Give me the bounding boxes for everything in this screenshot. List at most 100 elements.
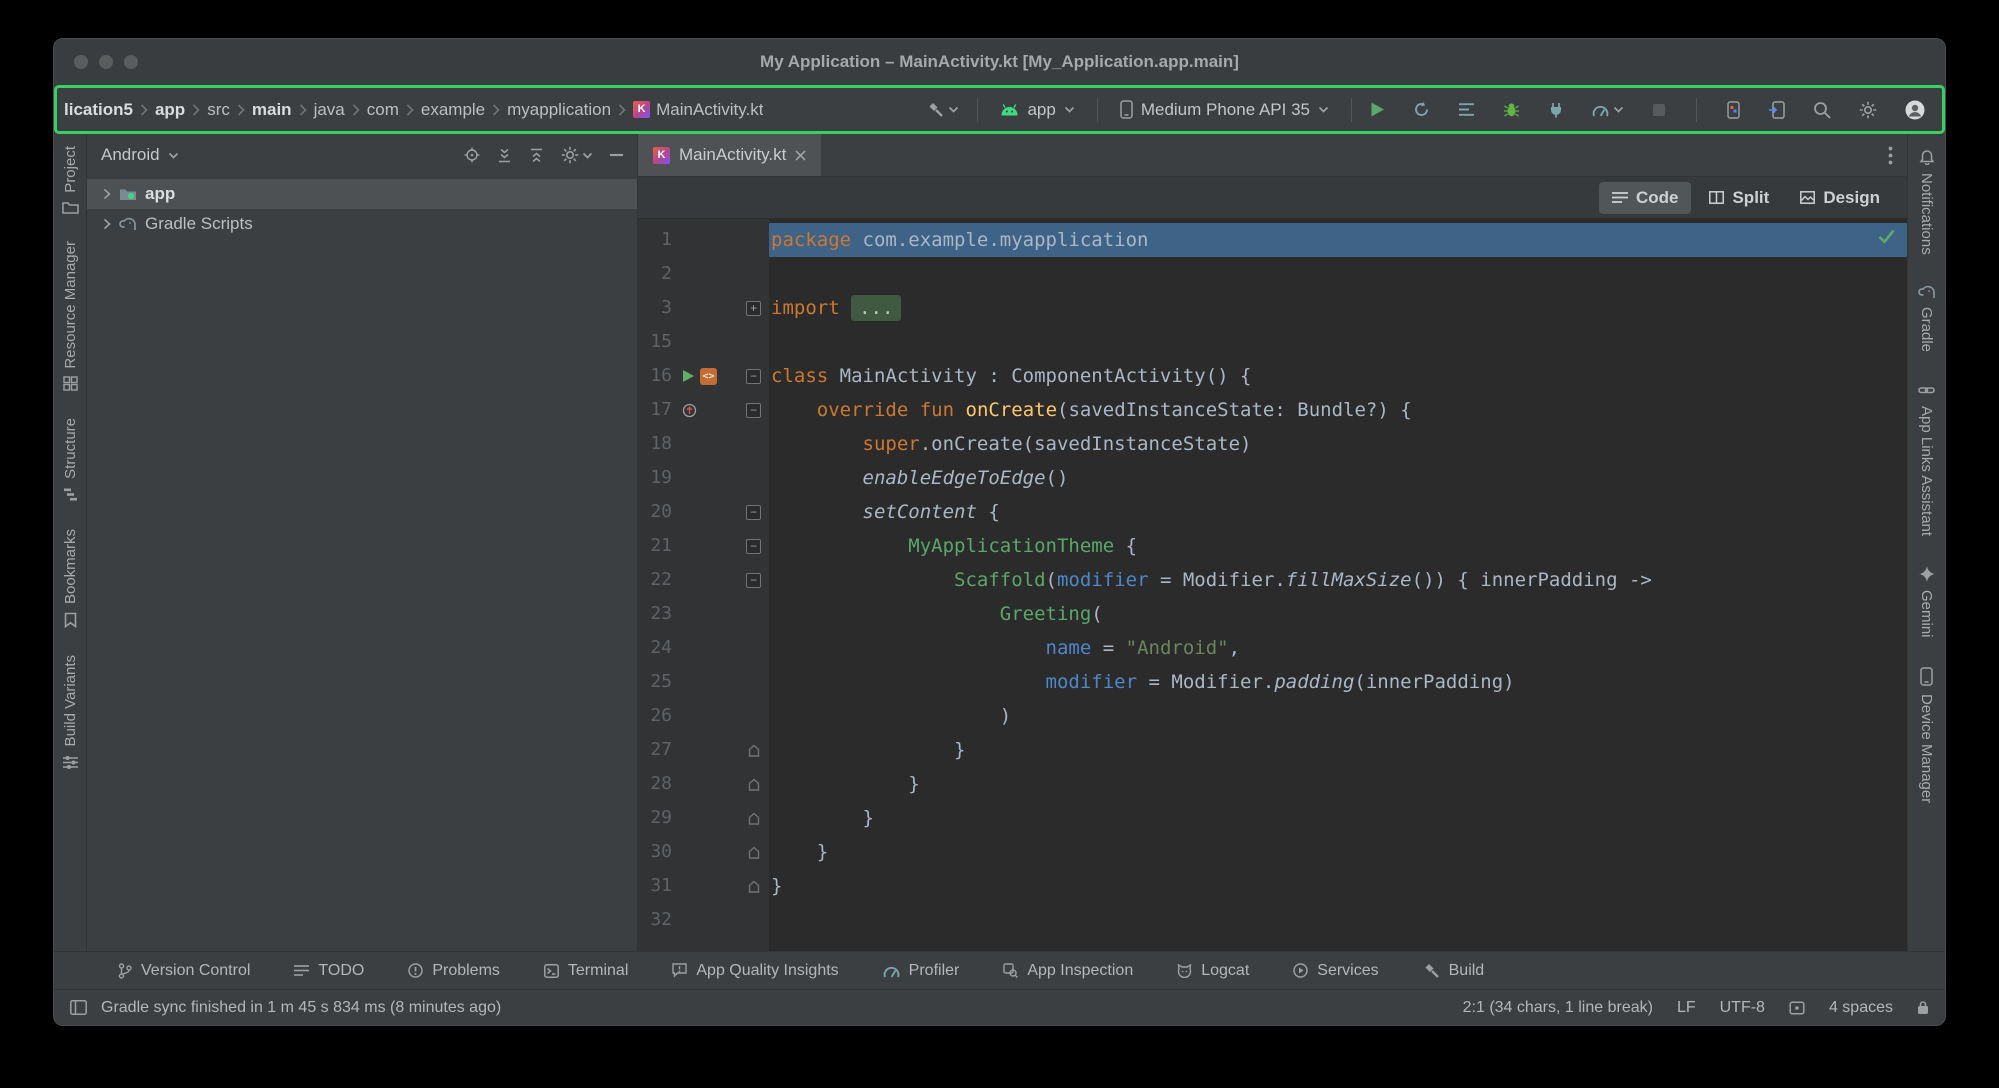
tool-stripe-bookmarks[interactable]: Bookmarks (62, 529, 79, 628)
indent-size[interactable]: 4 spaces (1829, 999, 1893, 1017)
gutter-line-32[interactable]: 32 (638, 903, 769, 937)
code-line-31[interactable]: 31} (638, 869, 1907, 903)
project-tree-item-app[interactable]: app (87, 179, 637, 209)
tool-window-button-problems[interactable]: Problems (408, 962, 500, 980)
view-mode-split[interactable]: Split (1696, 182, 1782, 214)
running-devices-button[interactable] (1723, 98, 1744, 122)
close-tab-button[interactable] (795, 150, 806, 161)
tool-windows-toggle[interactable] (70, 1000, 87, 1015)
run-configuration-select[interactable]: app (992, 96, 1082, 124)
gutter-line-31[interactable]: 31 (638, 869, 769, 903)
code-line-19[interactable]: 19 enableEdgeToEdge() (638, 461, 1907, 495)
tool-window-button-app-quality-insights[interactable]: App Quality Insights (672, 962, 838, 980)
fold-marker[interactable]: − (738, 539, 769, 554)
tool-window-button-todo[interactable]: TODO (294, 962, 364, 980)
fold-marker[interactable] (738, 812, 769, 825)
tab-options-button[interactable] (1888, 146, 1893, 165)
gutter-line-19[interactable]: 19 (638, 461, 769, 495)
code-line-32[interactable]: 32 (638, 903, 1907, 937)
gutter-line-23[interactable]: 23 (638, 597, 769, 631)
fold-marker[interactable] (738, 778, 769, 791)
stop-button[interactable] (1648, 100, 1670, 120)
code-line-3[interactable]: 3+import ... (638, 291, 1907, 325)
caret-position[interactable]: 2:1 (34 chars, 1 line break) (1463, 999, 1653, 1017)
gutter-line-24[interactable]: 24 (638, 631, 769, 665)
gutter-line-21[interactable]: 21− (638, 529, 769, 563)
code-line-1[interactable]: 1package com.example.myapplication (638, 223, 1907, 257)
close-window-button[interactable] (74, 55, 88, 69)
code-line-29[interactable]: 29 } (638, 801, 1907, 835)
gutter-line-2[interactable]: 2 (638, 257, 769, 291)
gutter-line-16[interactable]: 16<>− (638, 359, 769, 393)
account-button[interactable] (1901, 97, 1929, 123)
code-line-15[interactable]: 15 (638, 325, 1907, 359)
gutter-line-22[interactable]: 22− (638, 563, 769, 597)
gutter-line-26[interactable]: 26 (638, 699, 769, 733)
tool-stripe-app-links-assistant[interactable]: App Links Assistant (1918, 382, 1935, 536)
gutter-line-15[interactable]: 15 (638, 325, 769, 359)
tool-stripe-notifications[interactable]: Notifications (1918, 148, 1935, 255)
tool-window-button-app-inspection[interactable]: App Inspection (1003, 962, 1133, 980)
tool-stripe-resource-manager[interactable]: Resource Manager (62, 241, 79, 392)
code-line-30[interactable]: 30 } (638, 835, 1907, 869)
fold-marker[interactable]: − (738, 369, 769, 384)
lock-icon[interactable] (1917, 1000, 1929, 1015)
code-editor[interactable]: 1package com.example.myapplication23+imp… (638, 219, 1907, 951)
tool-window-button-logcat[interactable]: Logcat (1177, 962, 1249, 980)
tool-stripe-build-variants[interactable]: Build Variants (62, 655, 79, 769)
titlebar[interactable]: My Application – MainActivity.kt [My_App… (54, 39, 1945, 85)
tool-window-button-profiler[interactable]: Profiler (883, 962, 960, 980)
gutter-line-30[interactable]: 30 (638, 835, 769, 869)
code-line-22[interactable]: 22− Scaffold(modifier = Modifier.fillMax… (638, 563, 1907, 597)
gutter-line-1[interactable]: 1 (638, 223, 769, 257)
code-line-18[interactable]: 18 super.onCreate(savedInstanceState) (638, 427, 1907, 461)
run-button[interactable] (1366, 98, 1389, 121)
expand-all-button[interactable] (497, 148, 512, 163)
line-separator[interactable]: LF (1677, 999, 1696, 1017)
breadcrumb-item-src[interactable]: src (207, 100, 230, 120)
fold-marker[interactable] (738, 880, 769, 893)
code-line-17[interactable]: 17− override fun onCreate(savedInstanceS… (638, 393, 1907, 427)
gutter-line-18[interactable]: 18 (638, 427, 769, 461)
file-encoding[interactable]: UTF-8 (1720, 999, 1765, 1017)
view-mode-code[interactable]: Code (1599, 182, 1692, 214)
fold-marker[interactable]: − (738, 505, 769, 520)
profiler-button[interactable] (1588, 99, 1628, 121)
tool-stripe-project[interactable]: Project (62, 146, 79, 214)
view-mode-design[interactable]: Design (1787, 182, 1893, 214)
code-line-26[interactable]: 26 ) (638, 699, 1907, 733)
tool-window-button-services[interactable]: Services (1293, 962, 1378, 980)
minimize-window-button[interactable] (99, 55, 113, 69)
breadcrumb-item-java[interactable]: java (314, 100, 345, 120)
device-select[interactable]: Medium Phone API 35 (1112, 96, 1337, 124)
tool-window-button-build[interactable]: Build (1423, 962, 1485, 980)
gutter-line-17[interactable]: 17− (638, 393, 769, 427)
gutter-line-27[interactable]: 27 (638, 733, 769, 767)
code-line-16[interactable]: 16<>−class MainActivity : ComponentActiv… (638, 359, 1907, 393)
breadcrumb-item-mainactivity-kt[interactable]: KMainActivity.kt (633, 100, 763, 120)
code-line-27[interactable]: 27 } (638, 733, 1907, 767)
tool-stripe-gemini[interactable]: Gemini (1918, 566, 1935, 638)
apply-code-changes-button[interactable] (1454, 99, 1479, 120)
fold-marker[interactable]: − (738, 573, 769, 588)
code-line-24[interactable]: 24 name = "Android", (638, 631, 1907, 665)
code-line-23[interactable]: 23 Greeting( (638, 597, 1907, 631)
breadcrumb-item-main[interactable]: main (252, 100, 292, 120)
zoom-window-button[interactable] (124, 55, 138, 69)
project-view-selector[interactable]: Android (101, 145, 179, 165)
search-everywhere-button[interactable] (1809, 98, 1835, 122)
tool-window-button-terminal[interactable]: Terminal (544, 962, 628, 980)
tool-stripe-device-manager[interactable]: Device Manager (1918, 667, 1935, 803)
gutter-line-28[interactable]: 28 (638, 767, 769, 801)
code-line-25[interactable]: 25 modifier = Modifier.padding(innerPadd… (638, 665, 1907, 699)
code-line-21[interactable]: 21− MyApplicationTheme { (638, 529, 1907, 563)
gutter-line-3[interactable]: 3+ (638, 291, 769, 325)
fold-marker[interactable]: + (738, 301, 769, 316)
select-opened-file-button[interactable] (464, 147, 480, 163)
inspections-status-icon[interactable] (1878, 229, 1895, 243)
apply-changes-button[interactable] (1409, 98, 1434, 121)
panel-options-button[interactable] (561, 146, 593, 164)
breadcrumb-item-example[interactable]: example (421, 100, 485, 120)
code-line-28[interactable]: 28 } (638, 767, 1907, 801)
breadcrumb-item-lication5[interactable]: lication5 (64, 100, 133, 120)
